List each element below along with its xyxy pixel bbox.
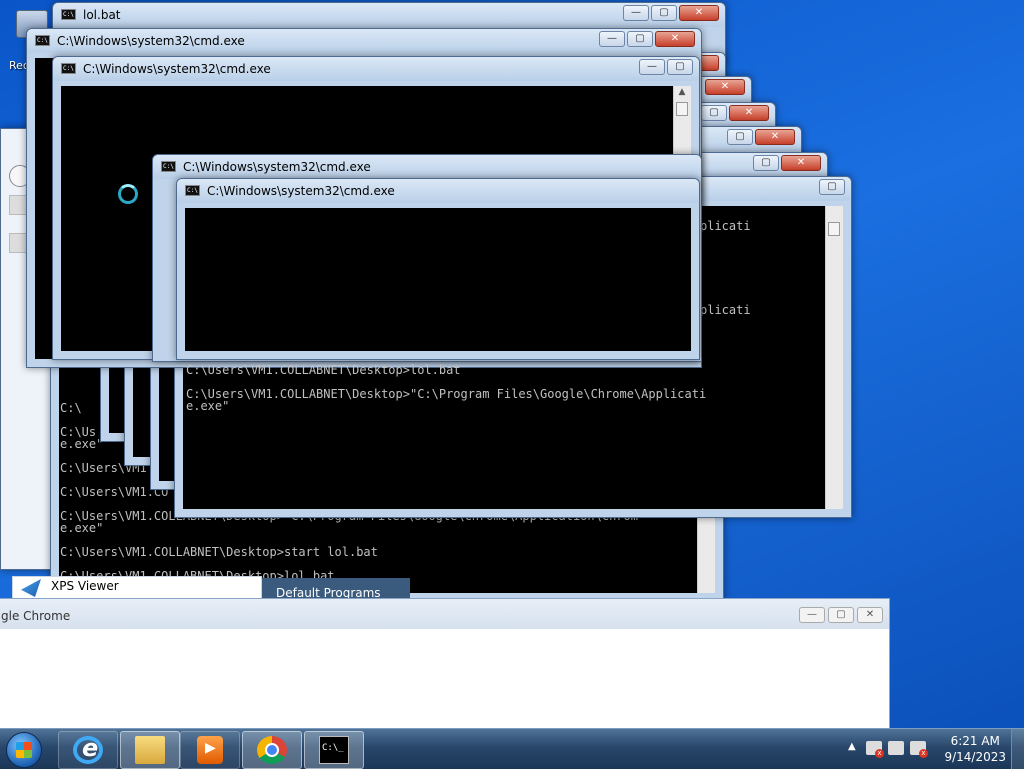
cmd-window-icon <box>161 161 176 172</box>
internet-explorer-icon <box>73 734 103 764</box>
chrome-icon <box>257 736 287 764</box>
window-title: C:\Windows\system32\cmd.exe <box>83 62 271 76</box>
volume-icon[interactable]: x <box>910 741 928 758</box>
maximize-icon: ▢ <box>827 181 837 192</box>
maximize-button[interactable]: ▢ <box>753 155 779 171</box>
close-button[interactable]: ✕ <box>655 31 695 47</box>
maximize-icon: ▢ <box>761 157 771 168</box>
close-icon: ✕ <box>670 33 680 44</box>
maximize-button[interactable]: ▢ <box>627 31 653 47</box>
taskbar: ▲ x x 6:21 AM 9/14/2023 <box>0 728 1024 769</box>
taskbar-item-cmd[interactable] <box>304 731 364 769</box>
action-center-icon[interactable]: x <box>866 741 884 758</box>
console-output-right: C:\Users\VM1.COLLABNET\Desktop>lol.bat C… <box>186 364 707 413</box>
cmd-window-icon <box>35 35 50 46</box>
clock-time: 6:21 AM <box>950 734 1000 748</box>
close-icon: ✕ <box>744 107 754 118</box>
window-title: C:\Windows\system32\cmd.exe <box>183 160 371 174</box>
media-player-icon <box>197 736 223 764</box>
cmd-window-icon <box>61 63 76 74</box>
close-icon: ✕ <box>770 131 780 142</box>
console-fragment: plicati <box>700 220 751 233</box>
close-icon: ✕ <box>865 609 875 620</box>
windows-logo-icon <box>16 742 32 758</box>
maximize-icon: ▢ <box>709 107 719 118</box>
maximize-icon: ▢ <box>675 61 685 72</box>
minimize-button[interactable]: — <box>639 59 665 75</box>
minimize-button[interactable]: — <box>623 5 649 21</box>
clock[interactable]: 6:21 AM 9/14/2023 <box>944 733 1006 765</box>
close-button[interactable]: ✕ <box>705 79 745 95</box>
busy-spinner-icon <box>118 184 138 204</box>
cmd-icon <box>319 736 349 764</box>
title-bar[interactable] <box>0 599 889 629</box>
network-icon[interactable] <box>888 741 904 755</box>
close-button[interactable]: ✕ <box>755 129 795 145</box>
xps-viewer-label: XPS Viewer <box>51 579 119 593</box>
console-body[interactable] <box>185 208 691 351</box>
maximize-button[interactable]: ▢ <box>819 179 845 195</box>
maximize-icon: ▢ <box>635 33 645 44</box>
xps-viewer-icon <box>21 579 41 597</box>
window-title: gle Chrome <box>1 609 71 623</box>
maximize-button[interactable]: ▢ <box>727 129 753 145</box>
chrome-content-area[interactable] <box>0 629 889 739</box>
start-button[interactable] <box>6 732 42 768</box>
clock-date: 9/14/2023 <box>944 750 1006 764</box>
window-title: C:\Windows\system32\cmd.exe <box>207 184 395 198</box>
taskbar-item-media-player[interactable] <box>180 731 240 769</box>
window-title: C:\Windows\system32\cmd.exe <box>57 34 245 48</box>
minimize-button[interactable]: — <box>599 31 625 47</box>
close-icon: ✕ <box>694 7 704 18</box>
start-menu-item-default-programs[interactable]: Default Programs <box>262 578 410 600</box>
minimize-icon: — <box>807 609 817 620</box>
maximize-icon: ▢ <box>659 7 669 18</box>
show-desktop-button[interactable] <box>1011 729 1024 769</box>
scroll-thumb[interactable] <box>676 102 688 116</box>
minimize-icon: — <box>607 33 617 44</box>
minimize-button[interactable]: — <box>799 607 825 623</box>
chrome-window[interactable]: gle Chrome — ▢ ✕ <box>0 598 890 740</box>
cmd-window-icon <box>185 185 200 196</box>
minimize-icon: — <box>631 7 641 18</box>
scroll-up-icon[interactable]: ▲ <box>676 87 688 101</box>
maximize-button[interactable]: ▢ <box>667 59 693 75</box>
maximize-button[interactable]: ▢ <box>651 5 677 21</box>
vertical-scrollbar[interactable] <box>825 206 843 509</box>
taskbar-item-explorer[interactable] <box>120 731 180 769</box>
window-title: lol.bat <box>83 8 121 22</box>
file-explorer-icon <box>135 736 165 764</box>
taskbar-item-chrome[interactable] <box>242 731 302 769</box>
close-button[interactable]: ✕ <box>857 607 883 623</box>
taskbar-item-ie[interactable] <box>58 731 118 769</box>
maximize-button[interactable]: ▢ <box>828 607 854 623</box>
cmd-window-front[interactable]: C:\Windows\system32\cmd.exe <box>176 178 700 360</box>
close-button[interactable]: ✕ <box>729 105 769 121</box>
close-button[interactable]: ✕ <box>781 155 821 171</box>
cmd-window-icon <box>61 9 76 20</box>
console-fragment: plicati <box>700 304 751 317</box>
close-icon: ✕ <box>796 157 806 168</box>
scroll-thumb[interactable] <box>828 222 840 236</box>
show-hidden-icons-icon[interactable]: ▲ <box>848 741 856 752</box>
close-icon: ✕ <box>720 81 730 92</box>
maximize-icon: ▢ <box>735 131 745 142</box>
system-tray: ▲ x x 6:21 AM 9/14/2023 <box>840 729 1024 769</box>
maximize-button[interactable]: ▢ <box>701 105 727 121</box>
maximize-icon: ▢ <box>836 609 846 620</box>
close-button[interactable]: ✕ <box>679 5 719 21</box>
minimize-icon: — <box>647 61 657 72</box>
